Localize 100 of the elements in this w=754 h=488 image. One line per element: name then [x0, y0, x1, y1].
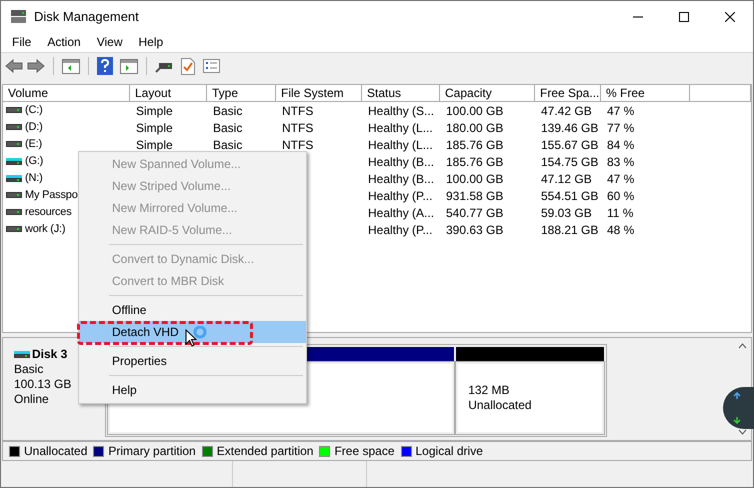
window-title: Disk Management — [34, 8, 139, 26]
table-cell-text: (C:) — [25, 103, 43, 118]
table-cell-text: NTFS — [282, 136, 314, 154]
menu-item[interactable]: Offline — [79, 299, 306, 321]
menu-item[interactable]: Help — [130, 33, 172, 51]
column-header[interactable]: Status — [362, 85, 440, 101]
menu-item: Convert to Dynamic Disk... — [111, 251, 256, 268]
menu-item: New Striped Volume... — [111, 178, 232, 195]
table-cell-text: 47 % — [607, 102, 634, 120]
menu-item[interactable]: View — [88, 33, 130, 51]
drive-icon — [6, 124, 22, 131]
table-cell-text: 139.46 GB — [541, 120, 598, 136]
disk-info-text: 100.13 GB — [14, 377, 72, 392]
legend-label: Extended partition — [216, 443, 314, 460]
table-cell-text: Simple — [136, 120, 173, 136]
table-cell-text: Healthy (P... — [368, 222, 432, 238]
table-cell-text: 84 % — [607, 136, 634, 154]
table-cell-text: 185.76 GB — [446, 154, 504, 170]
drive-icon — [6, 158, 22, 165]
table-cell-text: resources — [25, 205, 72, 220]
table-cell-text: My Passpo — [25, 188, 78, 204]
table-cell-text: 59.03 GB — [541, 204, 592, 222]
legend-label: Free space — [334, 443, 394, 460]
table-cell-text: (D:) — [25, 120, 43, 136]
disk-drive-icon — [10, 9, 27, 24]
table-cell-text: 100.00 GB — [446, 102, 504, 120]
drive-icon — [6, 192, 22, 199]
column-header[interactable]: % Free — [601, 85, 690, 101]
panel-icon[interactable] — [62, 58, 80, 74]
menu-item[interactable]: File — [4, 33, 40, 51]
disk-info-text: Basic — [14, 362, 44, 377]
menu-item[interactable]: Properties — [79, 350, 306, 372]
table-cell-text: Basic — [213, 120, 242, 136]
drive-icon — [6, 175, 22, 182]
table-cell-text: Simple — [136, 136, 173, 154]
table-cell-text: 154.75 GB — [541, 154, 598, 170]
scroll-down-icon[interactable] — [738, 429, 746, 435]
disk-name: Disk 3 — [32, 347, 68, 362]
table-cell-text: 11 % — [607, 204, 634, 222]
column-header[interactable]: Volume — [3, 85, 130, 101]
column-header[interactable]: Type — [207, 85, 276, 101]
table-cell-text: 540.77 GB — [446, 204, 504, 222]
column-header[interactable]: File System — [276, 85, 362, 101]
close-icon[interactable] — [725, 12, 735, 22]
table-cell-text: Basic — [213, 102, 242, 120]
legend-label: Primary partition — [108, 443, 196, 460]
column-header[interactable]: Layout — [130, 85, 207, 101]
menu-item: Convert to MBR Disk — [111, 273, 226, 290]
help-icon[interactable] — [97, 57, 113, 75]
table-cell-text: 47 % — [607, 170, 634, 188]
table-cell-text: Basic — [213, 136, 242, 154]
table-cell-text: NTFS — [282, 102, 314, 120]
table-cell-text: 47.12 GB — [541, 170, 592, 188]
table-cell-text: 931.58 GB — [446, 188, 504, 204]
table-cell-text: (G:) — [25, 154, 44, 170]
column-header[interactable]: Capacity — [440, 85, 535, 101]
table-cell-text: Healthy (A... — [368, 204, 434, 222]
legend-label: Unallocated — [24, 443, 88, 460]
menu-item: New Spanned Volume... — [111, 156, 242, 173]
forward-arrow-icon[interactable] — [27, 59, 45, 73]
table-cell-text: Healthy (B... — [368, 154, 434, 170]
menu-item[interactable]: Help — [79, 379, 306, 401]
floating-scroll-widget[interactable] — [723, 387, 754, 429]
table-cell-text: Healthy (S... — [368, 102, 434, 120]
table-cell-text: 554.51 GB — [541, 188, 598, 204]
table-cell-text: 83 % — [607, 154, 634, 170]
table-cell-text: 60 % — [607, 188, 634, 204]
table-cell-text: 185.76 GB — [446, 136, 504, 154]
table-cell-text: NTFS — [282, 120, 314, 136]
properties-icon[interactable] — [203, 59, 220, 73]
menu-item[interactable]: Action — [39, 33, 89, 51]
panel-icon[interactable] — [120, 58, 138, 74]
partition-text: Unallocated — [468, 398, 533, 413]
column-header[interactable]: Free Spa... — [535, 85, 601, 101]
drive-icon — [6, 107, 22, 114]
scroll-up-icon[interactable] — [738, 343, 746, 349]
table-cell-text: 180.00 GB — [446, 120, 504, 136]
table-cell-text: 47.42 GB — [541, 102, 592, 120]
table-cell-text: 155.67 GB — [541, 136, 598, 154]
table-cell-text: 100.00 GB — [446, 170, 504, 188]
drive-icon — [6, 209, 22, 216]
table-cell-text: (N:) — [25, 171, 43, 186]
disk-info-text: Online — [14, 392, 50, 407]
drive-icon — [14, 351, 30, 358]
table-cell-text: Healthy (P... — [368, 188, 432, 204]
table-cell-text: 188.21 GB — [541, 222, 598, 238]
menu-item: New Mirrored Volume... — [111, 200, 238, 217]
table-cell-text: Healthy (L... — [368, 136, 433, 154]
maximize-icon[interactable] — [679, 12, 689, 22]
menu-item: New RAID-5 Volume... — [111, 222, 234, 239]
table-cell-text: work (J:) — [25, 222, 66, 238]
table-cell-text: Healthy (B... — [368, 170, 434, 188]
table-cell-text: 77 % — [607, 120, 634, 136]
drive-icon — [6, 141, 22, 148]
table-cell-text: (E:) — [25, 137, 42, 152]
partition-text: 132 MB — [468, 383, 511, 398]
back-arrow-icon[interactable] — [5, 59, 23, 73]
table-cell-text: Simple — [136, 102, 173, 120]
checklist-icon[interactable] — [181, 58, 195, 74]
table-cell-text: 48 % — [607, 222, 634, 238]
